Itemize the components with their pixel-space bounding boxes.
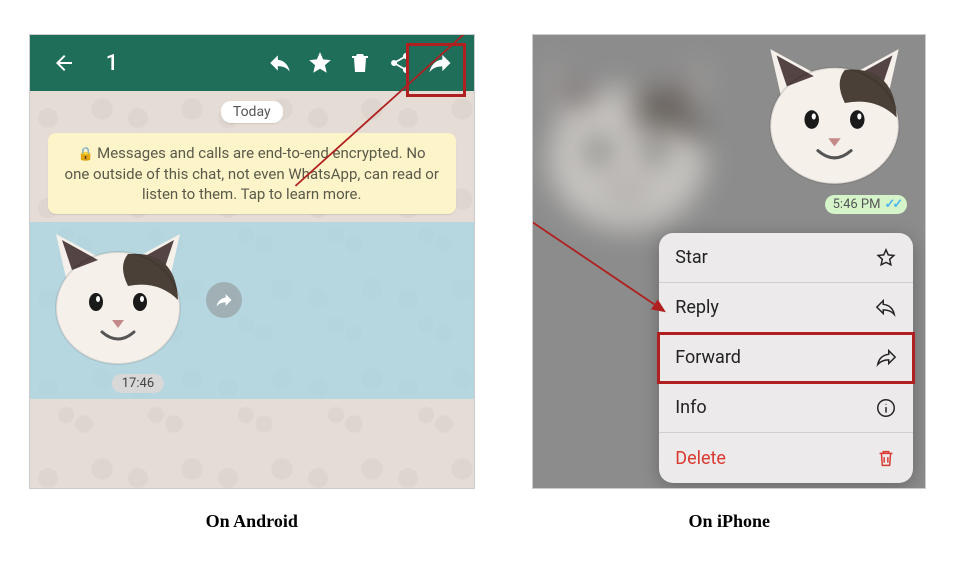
chat-body: Today 🔒Messages and calls are end-to-end… [30,91,474,488]
context-menu: Star Reply Forward Info Delete [659,233,913,483]
message-timestamp: 17:46 [112,374,164,393]
cat-sticker [48,230,188,370]
android-caption: On Android [206,511,298,532]
outgoing-sticker-message[interactable] [762,45,907,194]
menu-reply[interactable]: Reply [659,283,913,333]
menu-label: Forward [675,347,741,368]
menu-label: Star [675,247,707,268]
blurred-incoming-sticker [537,53,717,243]
info-icon [875,397,897,419]
share-button[interactable] [380,43,420,83]
android-screenshot-panel: 1 Today [29,34,475,489]
forward-button[interactable] [420,43,460,83]
menu-label: Reply [675,297,719,318]
trash-icon [875,447,897,469]
star-button[interactable] [300,43,340,83]
menu-info[interactable]: Info [659,383,913,433]
cat-sticker [762,45,907,190]
selection-count: 1 [106,51,119,76]
reply-icon [875,297,897,319]
delete-button[interactable] [340,43,380,83]
encryption-text: Messages and calls are end-to-end encryp… [65,144,439,203]
menu-forward[interactable]: Forward [659,333,913,383]
encryption-notice[interactable]: 🔒Messages and calls are end-to-end encry… [48,133,456,214]
selected-message[interactable]: 17:46 [30,222,474,399]
back-button[interactable] [44,43,84,83]
read-receipt-icon: ✓✓ [884,197,900,212]
selection-action-bar: 1 [30,35,474,91]
date-pill: Today [221,101,283,123]
message-timestamp-bubble: 5:46 PM ✓✓ [825,195,908,214]
menu-label: Info [675,397,706,418]
menu-star[interactable]: Star [659,233,913,283]
menu-label: Delete [675,448,726,469]
lock-icon: 🔒 [78,147,94,162]
iphone-screenshot-panel: 5:46 PM ✓✓ Star Reply Forward Info [532,34,926,489]
reply-button[interactable] [260,43,300,83]
forward-icon [875,347,897,369]
message-timestamp: 5:46 PM [833,197,881,212]
star-icon [875,247,897,269]
menu-delete[interactable]: Delete [659,433,913,483]
iphone-caption: On iPhone [688,511,770,532]
quick-forward-icon[interactable] [206,282,242,318]
